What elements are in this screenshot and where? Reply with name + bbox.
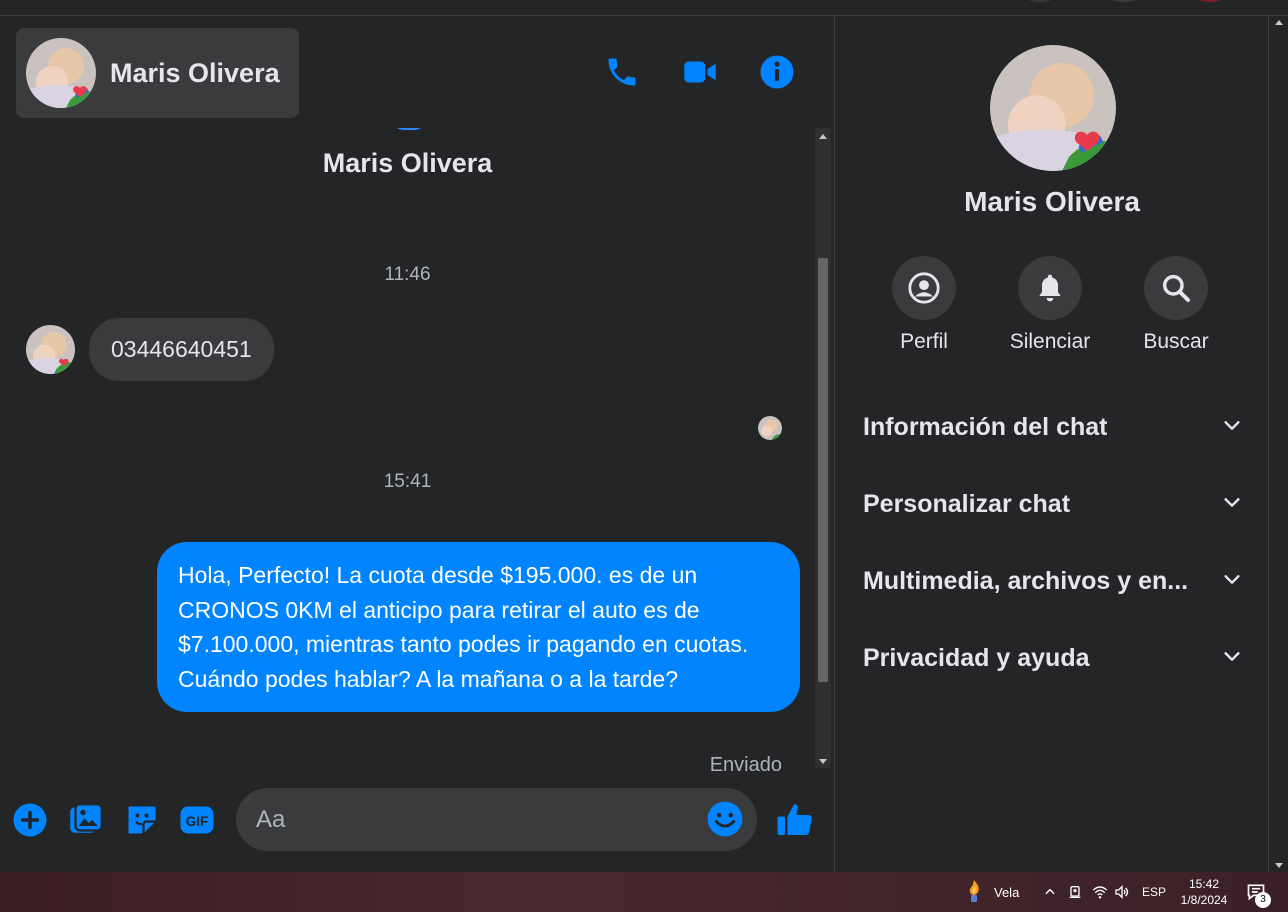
sticker-icon[interactable] (124, 802, 160, 838)
gif-icon[interactable]: GIF (179, 802, 215, 838)
chat-header: Maris Olivera (0, 16, 835, 128)
conversation-info-panel: Maris Olivera Perfil Silenciar Buscar In… (836, 16, 1268, 872)
section-title: Información del chat (863, 412, 1108, 441)
taskbar-app-label: Vela (994, 884, 1020, 900)
section-title: Privacidad y ayuda (863, 643, 1090, 672)
section-title: Multimedia, archivos y en... (863, 566, 1189, 595)
scroll-down-arrow-icon[interactable] (819, 759, 827, 764)
mute-button[interactable]: Silenciar (995, 256, 1105, 354)
message-input-container (236, 788, 757, 851)
profile-icon (892, 256, 956, 320)
section-privacy-help[interactable]: Privacidad y ayuda (863, 638, 1243, 678)
conversation-contact-name: Maris Olivera (322, 148, 493, 178)
scrollbar-thumb[interactable] (818, 258, 828, 682)
chevron-up-icon[interactable] (1043, 872, 1057, 912)
search-label: Buscar (1143, 330, 1209, 353)
timestamp: 11:46 (384, 264, 431, 285)
section-title: Personalizar chat (863, 489, 1071, 518)
section-media-files[interactable]: Multimedia, archivos y en... (863, 561, 1243, 601)
meeting-icon[interactable] (1067, 872, 1083, 912)
emoji-icon[interactable] (706, 800, 744, 838)
incoming-message-bubble[interactable]: 03446640451 (89, 318, 274, 381)
search-icon (1144, 256, 1208, 320)
section-customize-chat[interactable]: Personalizar chat (863, 484, 1243, 524)
message-status: Enviado (709, 754, 782, 776)
avatar-peek (392, 128, 426, 130)
taskbar: Vela ESP 15:42 1/8/2024 3 (0, 872, 1288, 912)
mute-label: Silenciar (1009, 330, 1091, 353)
plus-icon[interactable] (12, 802, 48, 838)
chat-panel: Maris Olivera Maris Olivera 11:46 034466… (0, 16, 835, 872)
profile-button[interactable]: Perfil (869, 256, 979, 354)
header-contact-name: Maris Olivera (110, 57, 280, 88)
profile-label: Perfil (900, 330, 948, 353)
scroll-up-arrow-icon[interactable] (1275, 20, 1283, 25)
svg-text:GIF: GIF (186, 814, 209, 829)
chevron-down-icon (1221, 491, 1243, 518)
top-avatar-peek[interactable] (1104, 0, 1144, 2)
outgoing-message-bubble[interactable]: Hola, Perfecto! La cuota desde $195.000.… (157, 542, 800, 712)
notification-count-badge: 3 (1255, 892, 1271, 908)
search-button[interactable]: Buscar (1121, 256, 1231, 354)
language-indicator[interactable]: ESP (1142, 872, 1166, 912)
top-strip (0, 0, 1288, 16)
top-avatar-peek[interactable] (1190, 0, 1230, 2)
like-icon[interactable] (775, 800, 815, 840)
message-scrollbar[interactable] (815, 128, 831, 768)
info-icon[interactable] (759, 54, 795, 90)
video-camera-icon[interactable] (682, 54, 718, 90)
chevron-down-icon (1221, 645, 1243, 672)
seen-avatar (758, 416, 782, 440)
contact-avatar[interactable] (26, 325, 75, 374)
composer: GIF (0, 782, 835, 872)
header-contact-button[interactable]: Maris Olivera (16, 28, 299, 118)
info-contact-name: Maris Olivera (964, 186, 1140, 217)
clock-time: 15:42 (1188, 877, 1220, 891)
taskbar-clock[interactable]: 15:42 1/8/2024 (1172, 876, 1236, 908)
info-panel-scrollbar[interactable] (1268, 16, 1288, 872)
incoming-message-row: 03446640451 (26, 318, 274, 381)
timestamp: 15:41 (383, 471, 432, 492)
scroll-down-arrow-icon[interactable] (1275, 863, 1283, 868)
top-avatar-peek[interactable] (1020, 0, 1060, 2)
candle-flame-icon (964, 879, 984, 906)
chevron-down-icon (1221, 414, 1243, 441)
wifi-icon[interactable] (1092, 872, 1108, 912)
chevron-down-icon (1221, 568, 1243, 595)
scroll-up-arrow-icon[interactable] (819, 134, 827, 139)
phone-icon[interactable] (604, 54, 640, 90)
bell-icon (1018, 256, 1082, 320)
contact-avatar (26, 38, 96, 108)
message-list[interactable]: Maris Olivera 11:46 03446640451 15:41 Ho… (0, 128, 815, 782)
clock-date: 1/8/2024 (1180, 893, 1228, 907)
info-contact-avatar[interactable] (990, 45, 1116, 171)
speaker-icon[interactable] (1114, 872, 1130, 912)
message-input[interactable] (256, 788, 696, 851)
image-icon[interactable] (68, 802, 104, 838)
section-chat-info[interactable]: Información del chat (863, 407, 1243, 447)
taskbar-app[interactable]: Vela (964, 872, 1019, 912)
